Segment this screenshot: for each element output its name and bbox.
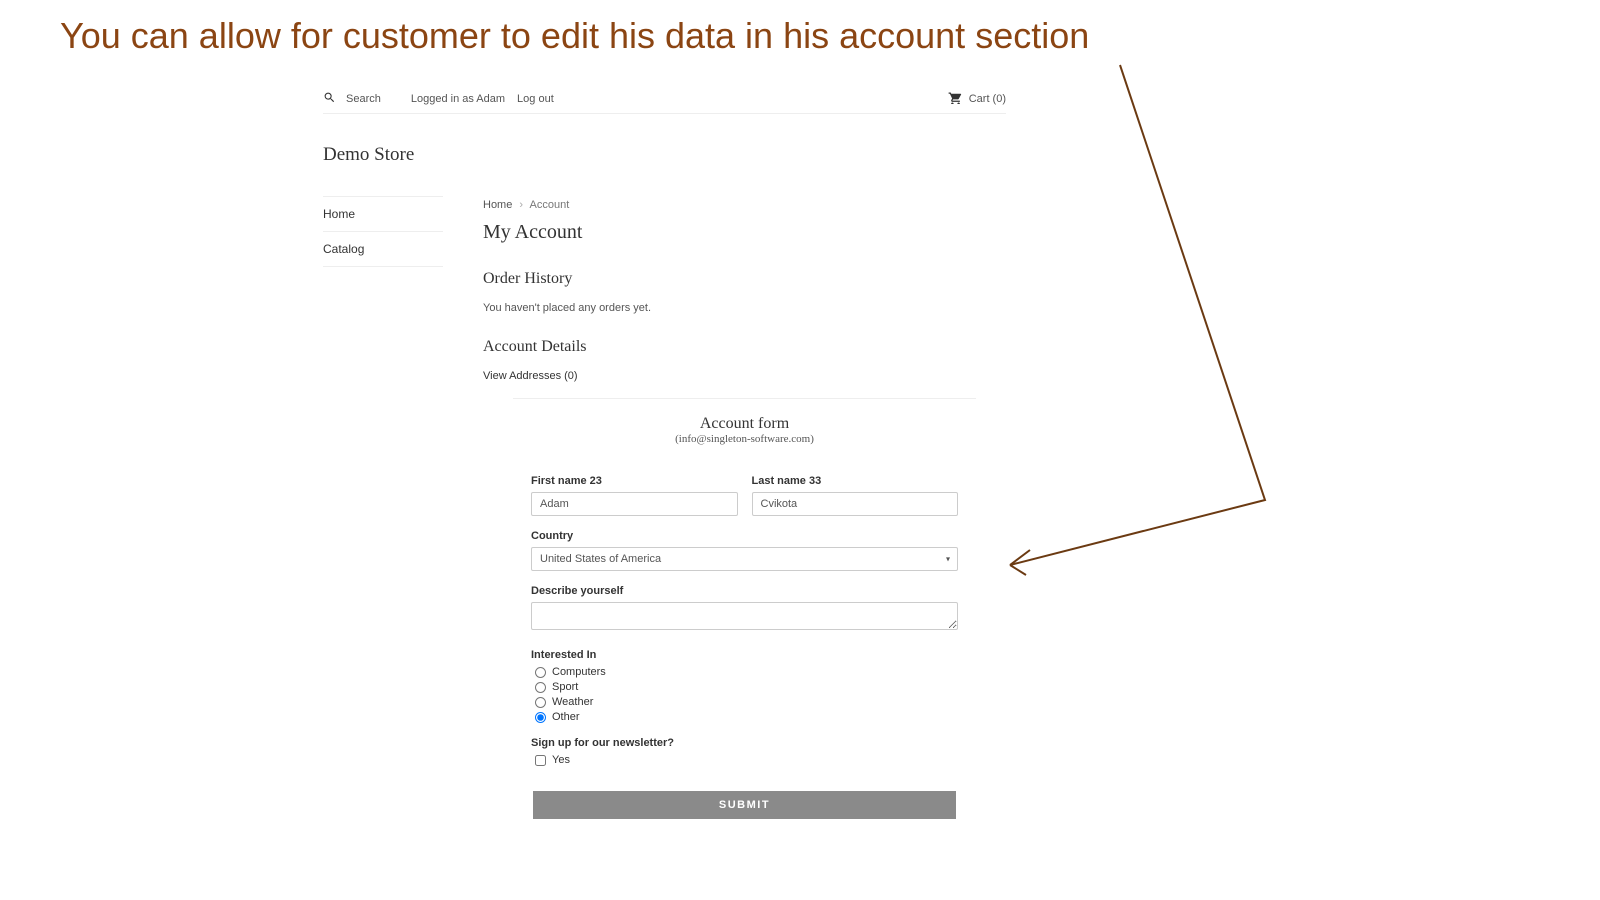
- interest-option-sport[interactable]: Sport: [535, 681, 958, 693]
- store-title[interactable]: Demo Store: [323, 144, 443, 166]
- search-icon: [323, 91, 336, 107]
- form-subtitle: (info@singleton-software.com): [513, 433, 976, 445]
- main-content: Home › Account My Account Order History …: [483, 144, 1006, 819]
- breadcrumb-current: Account: [530, 199, 570, 211]
- view-addresses-link[interactable]: View Addresses (0): [483, 370, 1006, 382]
- country-label: Country: [531, 530, 958, 542]
- newsletter-label: Sign up for our newsletter?: [531, 737, 958, 749]
- annotation-heading: You can allow for customer to edit his d…: [60, 15, 1540, 57]
- describe-textarea[interactable]: [531, 602, 958, 630]
- interested-label: Interested In: [531, 649, 958, 661]
- newsletter-checkbox[interactable]: [535, 755, 546, 766]
- last-name-label: Last name 33: [752, 475, 959, 487]
- order-history-heading: Order History: [483, 270, 1006, 288]
- interest-option-weather[interactable]: Weather: [535, 696, 958, 708]
- submit-button[interactable]: SUBMIT: [533, 791, 956, 819]
- country-select[interactable]: United States of America: [531, 547, 958, 571]
- first-name-label: First name 23: [531, 475, 738, 487]
- sidebar-item-catalog[interactable]: Catalog: [323, 232, 443, 267]
- breadcrumb-home-link[interactable]: Home: [483, 199, 512, 211]
- interest-radio-computers[interactable]: [535, 667, 546, 678]
- sidebar-nav: Home Catalog: [323, 196, 443, 267]
- interest-label: Computers: [552, 666, 606, 678]
- breadcrumb: Home › Account: [483, 199, 1006, 211]
- breadcrumb-separator: ›: [519, 199, 523, 211]
- order-history-empty-text: You haven't placed any orders yet.: [483, 302, 1006, 314]
- sidebar-item-home[interactable]: Home: [323, 197, 443, 232]
- account-details-heading: Account Details: [483, 338, 1006, 356]
- interest-option-other[interactable]: Other: [535, 711, 958, 723]
- first-name-input[interactable]: [531, 492, 738, 516]
- describe-label: Describe yourself: [531, 585, 958, 597]
- cart-link[interactable]: Cart (0): [948, 91, 1006, 107]
- interest-radio-other[interactable]: [535, 712, 546, 723]
- cart-label: Cart (0): [969, 93, 1006, 105]
- form-title: Account form: [513, 415, 976, 433]
- cart-icon: [948, 91, 963, 107]
- logged-in-text: Logged in as Adam: [411, 93, 505, 105]
- form-divider: [513, 398, 976, 399]
- logout-link[interactable]: Log out: [517, 93, 554, 105]
- newsletter-option-label: Yes: [552, 754, 570, 766]
- sidebar: Demo Store Home Catalog: [323, 144, 443, 819]
- interest-label: Sport: [552, 681, 578, 693]
- interest-label: Other: [552, 711, 580, 723]
- interest-option-computers[interactable]: Computers: [535, 666, 958, 678]
- annotation-arrow: [990, 60, 1290, 590]
- interest-radio-weather[interactable]: [535, 697, 546, 708]
- last-name-input[interactable]: [752, 492, 959, 516]
- newsletter-option-yes[interactable]: Yes: [535, 754, 958, 766]
- interest-radio-sport[interactable]: [535, 682, 546, 693]
- page-title: My Account: [483, 221, 1006, 244]
- interested-radio-group: Computers Sport Weather: [535, 666, 958, 723]
- store-page: Search Logged in as Adam Log out Cart (0…: [323, 85, 1006, 819]
- search-label: Search: [346, 93, 381, 105]
- top-bar: Search Logged in as Adam Log out Cart (0…: [323, 85, 1006, 114]
- account-form: Account form (info@singleton-software.co…: [513, 415, 976, 819]
- interest-label: Weather: [552, 696, 593, 708]
- search-link[interactable]: Search: [323, 91, 381, 107]
